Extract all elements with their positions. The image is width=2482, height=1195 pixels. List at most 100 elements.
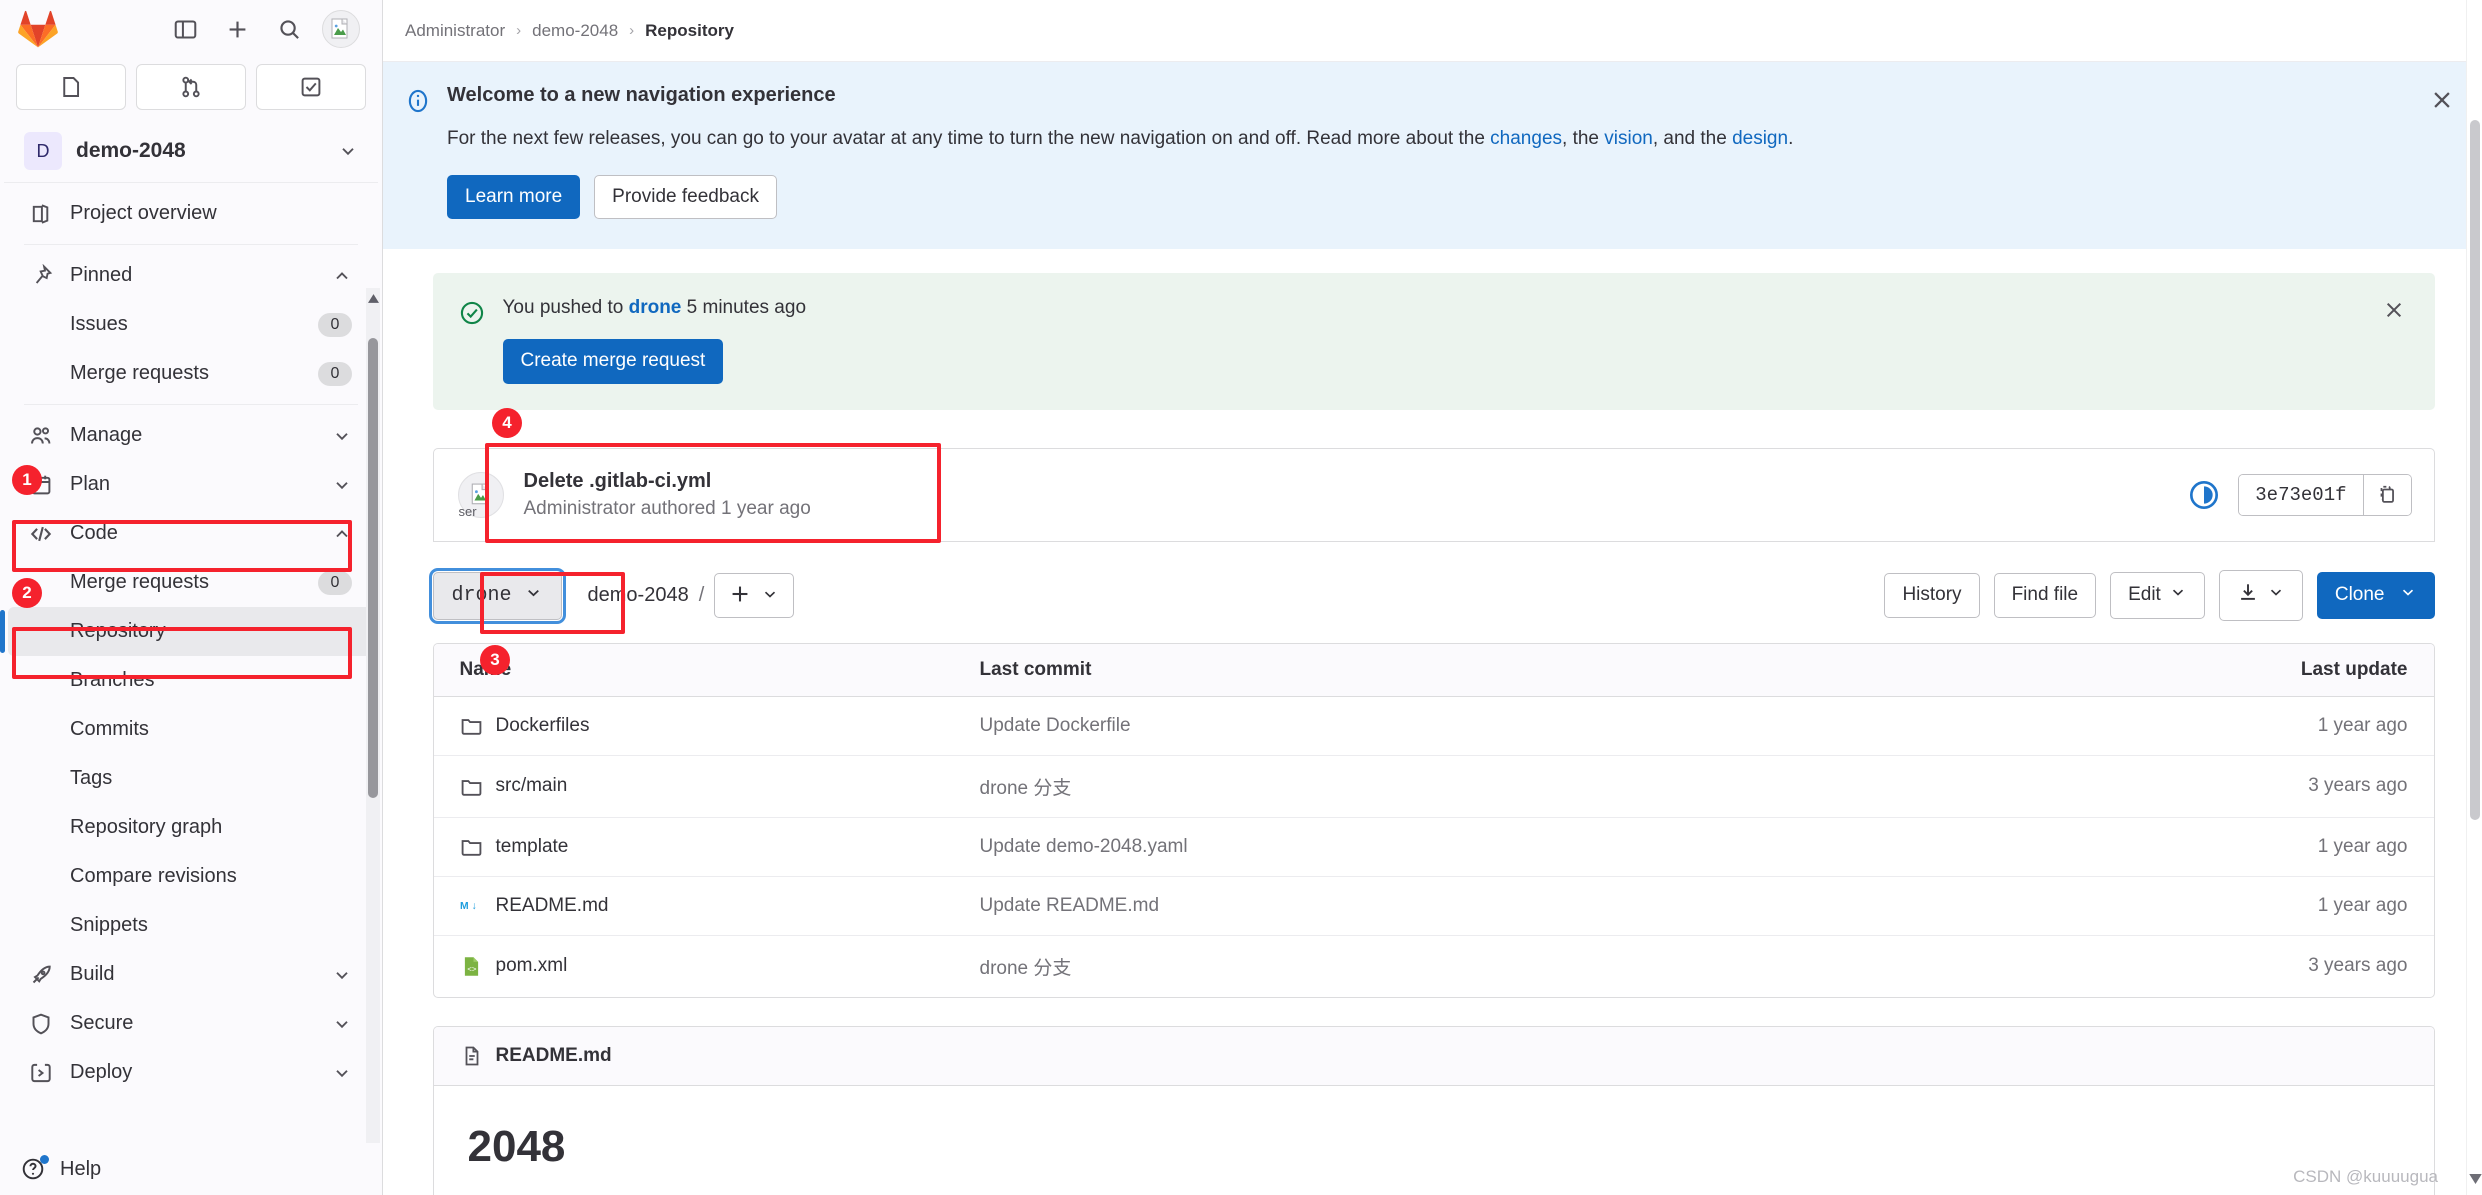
readme-filename[interactable]: README.md xyxy=(496,1045,612,1067)
avatar-alt-text: ser xyxy=(458,504,477,520)
todos-tab[interactable] xyxy=(256,64,366,110)
issues-count-badge: 0 xyxy=(318,312,352,337)
clone-button[interactable]: Clone xyxy=(2316,572,2435,619)
sidebar-item-help[interactable]: Help xyxy=(0,1143,382,1195)
sidebar-item-deploy[interactable]: Deploy xyxy=(8,1048,374,1097)
sidebar-scroll-thumb[interactable] xyxy=(368,338,378,798)
new-navigation-banner: Welcome to a new navigation experience F… xyxy=(383,62,2482,250)
folder-icon xyxy=(460,714,484,738)
project-path-name[interactable]: demo-2048 xyxy=(588,584,689,606)
column-header-last-update: Last update xyxy=(2300,658,2408,680)
table-row[interactable]: Dockerfiles Update Dockerfile 1 year ago xyxy=(433,697,2434,756)
commit-title[interactable]: Delete .gitlab-ci.yml xyxy=(524,470,2169,493)
close-icon[interactable] xyxy=(2379,295,2409,325)
project-name: demo-2048 xyxy=(76,139,186,162)
sidebar-item-issues[interactable]: Issues 0 xyxy=(8,300,374,349)
file-name-cell[interactable]: template xyxy=(460,835,980,859)
markdown-icon: M ↓ xyxy=(460,894,484,918)
help-notification-dot xyxy=(40,1155,49,1164)
sidebar-item-repository-graph[interactable]: Repository graph xyxy=(8,803,374,852)
last-commit-cell[interactable]: Update Dockerfile xyxy=(980,715,2148,737)
create-merge-request-button[interactable]: Create merge request xyxy=(502,339,724,385)
commit-sha: 3e73e01f xyxy=(2239,475,2363,516)
table-row[interactable]: M ↓ README.md Update README.md 1 year ag… xyxy=(433,877,2434,936)
close-icon[interactable] xyxy=(2426,84,2458,116)
sidebar-item-label: Compare revisions xyxy=(70,865,237,887)
changes-link[interactable]: changes xyxy=(1490,128,1562,149)
sidebar-item-project-overview[interactable]: Project overview xyxy=(8,189,374,238)
search-icon[interactable] xyxy=(270,10,308,48)
chevron-down-icon xyxy=(2399,583,2417,608)
edit-button[interactable]: Edit xyxy=(2110,572,2205,619)
sidebar-item-build[interactable]: Build xyxy=(8,950,374,999)
history-button[interactable]: History xyxy=(1884,573,1980,618)
last-commit-cell[interactable]: drone 分支 xyxy=(980,773,2148,800)
avatar[interactable] xyxy=(322,10,360,48)
sidebar-item-label: Branches xyxy=(70,669,155,691)
toggle-sidebar-button[interactable] xyxy=(166,10,204,48)
chevron-down-icon xyxy=(332,1063,352,1083)
breadcrumb-demo-2048[interactable]: demo-2048 xyxy=(532,21,618,41)
commit-author-avatar[interactable]: ser xyxy=(457,472,504,520)
table-row[interactable]: src/main drone 分支 3 years ago xyxy=(433,756,2434,818)
banner-description: For the next few releases, you can go to… xyxy=(447,125,2452,153)
sidebar-project-switcher[interactable]: D demo-2048 xyxy=(4,122,378,183)
sidebar-item-tags[interactable]: Tags xyxy=(8,754,374,803)
issues-tab[interactable] xyxy=(16,64,126,110)
file-name-cell[interactable]: Dockerfiles xyxy=(460,714,980,738)
sidebar-item-label: Deploy xyxy=(70,1061,133,1083)
sidebar-item-label: Tags xyxy=(70,767,113,789)
sidebar-item-manage[interactable]: Manage xyxy=(8,411,374,460)
last-commit-cell[interactable]: Update demo-2048.yaml xyxy=(980,836,2148,858)
sidebar-item-commits[interactable]: Commits xyxy=(8,705,374,754)
last-commit-cell[interactable]: Update README.md xyxy=(980,895,2148,917)
sidebar-item-code[interactable]: Code xyxy=(8,509,374,558)
page-scroll-thumb[interactable] xyxy=(2470,120,2480,820)
sidebar-item-label: Pinned xyxy=(70,264,133,286)
table-row[interactable]: template Update demo-2048.yaml 1 year ag… xyxy=(433,818,2434,877)
merge-requests-tab[interactable] xyxy=(136,64,246,110)
add-to-repository-button[interactable] xyxy=(714,573,795,619)
push-text-before: You pushed to xyxy=(502,297,629,319)
sidebar-item-secure[interactable]: Secure xyxy=(8,999,374,1048)
vision-link[interactable]: vision xyxy=(1604,128,1653,149)
find-file-button[interactable]: Find file xyxy=(1993,573,2097,618)
file-name-cell[interactable]: <> pom.xml xyxy=(460,954,980,978)
create-new-button[interactable] xyxy=(218,10,256,48)
sidebar-top-actions xyxy=(166,10,360,48)
sidebar-scrollbar[interactable] xyxy=(366,288,380,1143)
table-row[interactable]: <> pom.xml drone 分支 3 years ago xyxy=(434,936,2434,997)
file-name-cell[interactable]: src/main xyxy=(460,774,980,798)
repository-content: You pushed to drone 5 minutes ago Create… xyxy=(383,273,2482,1195)
learn-more-button[interactable]: Learn more xyxy=(447,174,581,220)
branch-selector[interactable]: drone xyxy=(428,567,566,624)
sidebar-item-merge-requests[interactable]: Merge requests 0 xyxy=(8,558,374,607)
file-name-cell[interactable]: M ↓ README.md xyxy=(460,894,980,918)
sidebar-item-compare-revisions[interactable]: Compare revisions xyxy=(8,852,374,901)
banner-actions: Learn more Provide feedback xyxy=(447,174,2452,220)
provide-feedback-button[interactable]: Provide feedback xyxy=(594,174,777,220)
download-button[interactable] xyxy=(2218,570,2303,621)
breadcrumb-administrator[interactable]: Administrator xyxy=(405,21,505,41)
sidebar-item-branches[interactable]: Branches xyxy=(8,656,374,705)
page-scrollbar[interactable] xyxy=(2466,0,2482,1195)
sidebar-item-snippets[interactable]: Snippets xyxy=(8,901,374,950)
pipeline-running-icon[interactable] xyxy=(2188,479,2220,511)
column-header-last-commit: Last commit xyxy=(979,658,1092,680)
sidebar-item-pinned[interactable]: Pinned xyxy=(8,251,374,300)
push-text-after: 5 minutes ago xyxy=(681,297,807,319)
sidebar-item-pinned-merge-requests[interactable]: Merge requests 0 xyxy=(8,349,374,398)
last-commit-section: ser Delete .gitlab-ci.yml Administrator … xyxy=(432,448,2435,543)
pushed-branch-link[interactable]: drone xyxy=(629,297,682,318)
copy-icon[interactable] xyxy=(2362,475,2411,516)
design-link[interactable]: design xyxy=(1732,128,1788,149)
scroll-up-arrow-icon[interactable] xyxy=(366,290,380,306)
sidebar-item-label: Project overview xyxy=(70,202,217,224)
repository-toolbar: drone demo-2048/ History Find file Edit … xyxy=(428,567,2435,624)
clone-label: Clone xyxy=(2334,584,2385,606)
commit-row: ser Delete .gitlab-ci.yml Administrator … xyxy=(432,448,2435,543)
sidebar-item-repository[interactable]: Repository xyxy=(0,607,374,656)
scroll-down-arrow-icon[interactable] xyxy=(2468,1171,2482,1187)
last-commit-cell[interactable]: drone 分支 xyxy=(980,953,2148,980)
sidebar-item-plan[interactable]: Plan xyxy=(8,460,374,509)
